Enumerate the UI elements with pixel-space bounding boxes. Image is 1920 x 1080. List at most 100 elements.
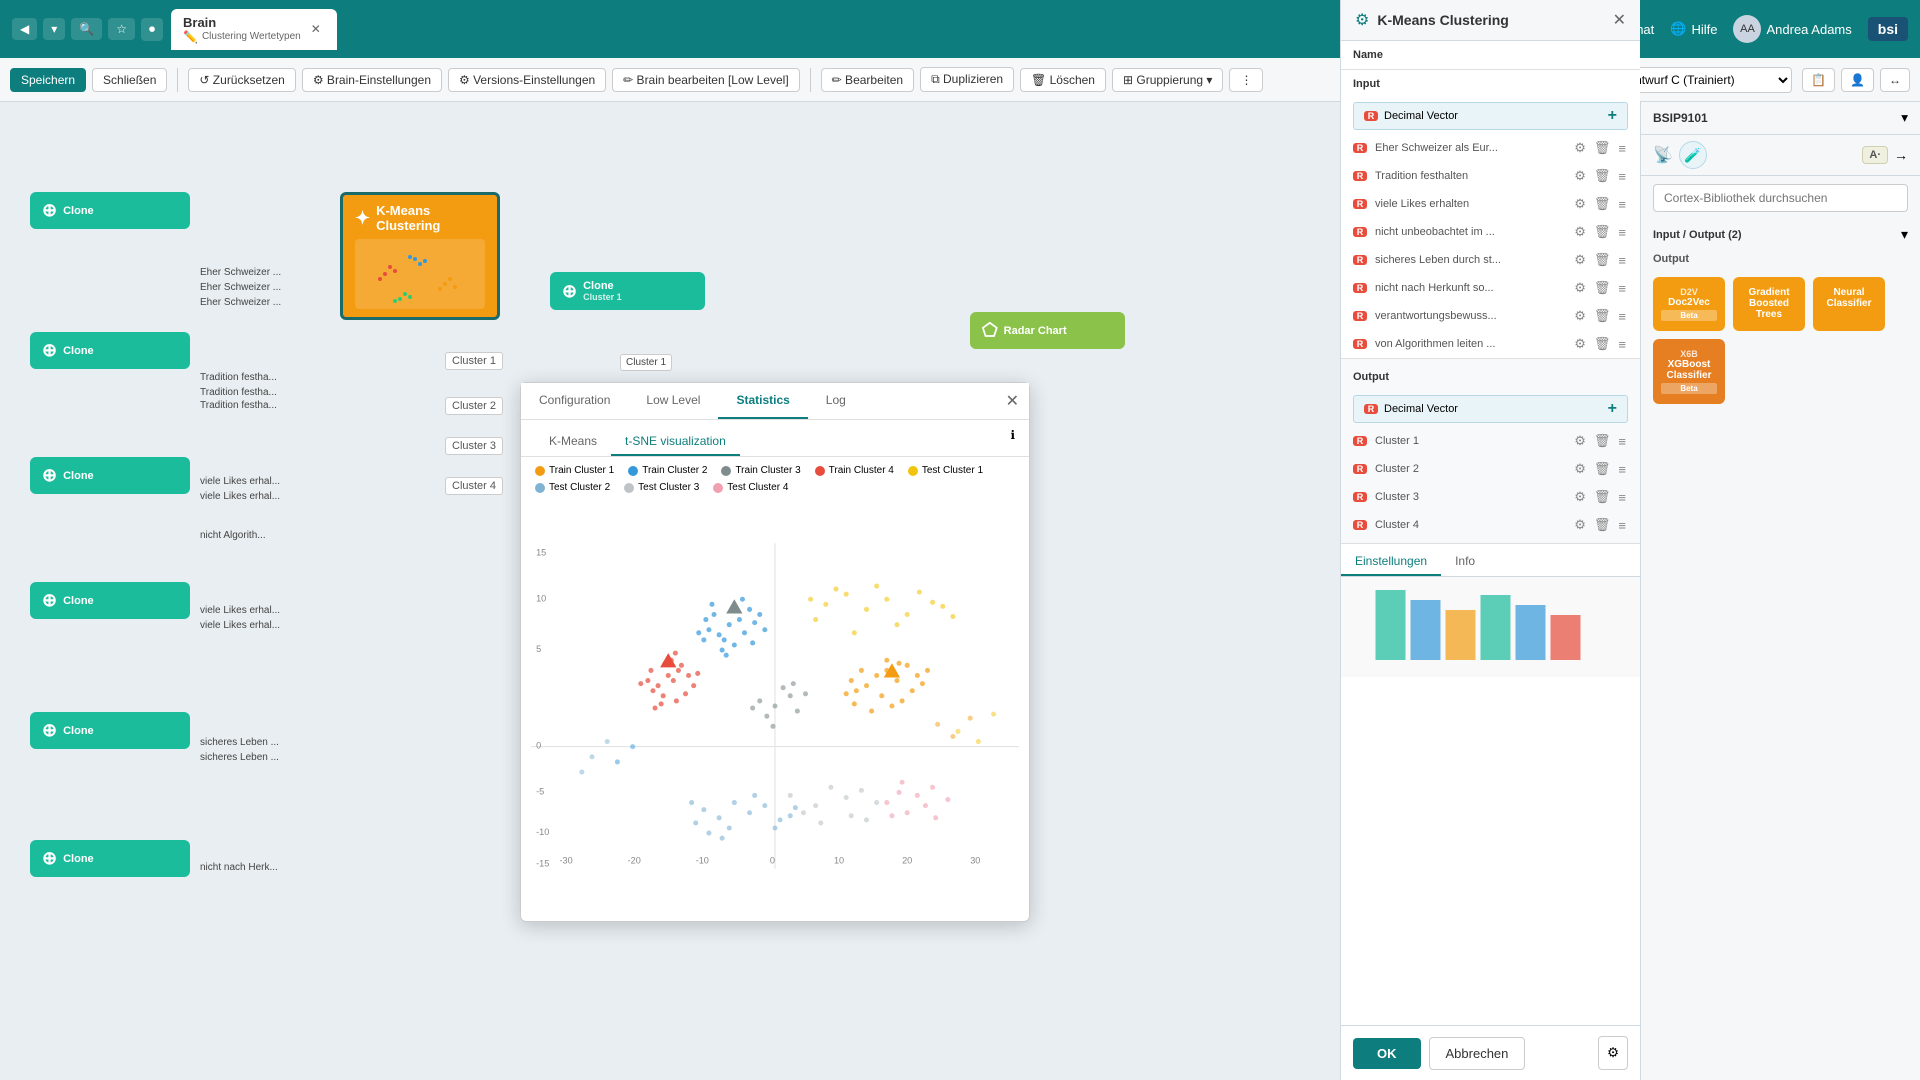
drag-btn-7[interactable]: ≡	[1616, 306, 1628, 326]
node-clone-mid[interactable]: ⊕ Clone Cluster 1	[550, 272, 705, 310]
out-settings-btn-4[interactable]: ⚙	[1572, 515, 1588, 535]
settings-btn-5[interactable]: ⚙	[1572, 250, 1588, 270]
kmeans-panel-close[interactable]: ✕	[1613, 10, 1626, 30]
tab-configuration[interactable]: Configuration	[521, 383, 628, 419]
tab-info[interactable]: Info	[1441, 548, 1489, 576]
r-badge-6: R	[1353, 283, 1367, 293]
modal-close-button[interactable]: ✕	[1006, 391, 1019, 411]
chart-area: 15 10 5 0 -5 -10 -15 -30 -20 -10 0 10 20…	[521, 501, 1029, 921]
out-drag-btn-2[interactable]: ≡	[1616, 459, 1628, 479]
lib-node-doc2vec[interactable]: D2V Doc2Vec Beta	[1653, 277, 1725, 331]
nav-dropdown-button[interactable]: ▾	[43, 18, 65, 40]
versions-einstellungen-button[interactable]: ⚙ Versions-Einstellungen	[448, 68, 606, 92]
out-settings-btn-2[interactable]: ⚙	[1572, 459, 1588, 479]
node-clone-4[interactable]: ⊕ Clone	[30, 582, 190, 619]
out-delete-btn-1[interactable]: 🗑	[1592, 431, 1613, 451]
out-drag-btn-1[interactable]: ≡	[1616, 431, 1628, 451]
ok-button[interactable]: OK	[1353, 1038, 1421, 1069]
panel-wifi-icon[interactable]: 📡	[1653, 145, 1673, 165]
lib-node-neural[interactable]: Neural Classifier	[1813, 277, 1885, 331]
hilfe-button[interactable]: 🌐 Hilfe	[1670, 21, 1717, 37]
drag-btn-2[interactable]: ≡	[1616, 166, 1628, 186]
legend-dot-7	[624, 483, 634, 493]
duplizieren-button[interactable]: ⧉ Duplizieren	[920, 67, 1014, 92]
node-clone-3[interactable]: ⊕ Clone	[30, 457, 190, 494]
settings-btn-8[interactable]: ⚙	[1572, 334, 1588, 354]
delete-btn-6[interactable]: 🗑	[1592, 278, 1613, 298]
preview-area	[1341, 577, 1640, 677]
legend-dot-6	[535, 483, 545, 493]
settings-btn-1[interactable]: ⚙	[1572, 138, 1588, 158]
drag-btn-3[interactable]: ≡	[1616, 194, 1628, 214]
delete-btn-7[interactable]: 🗑	[1592, 306, 1613, 326]
tab-einstellungen[interactable]: Einstellungen	[1341, 548, 1441, 576]
settings-btn-4[interactable]: ⚙	[1572, 222, 1588, 242]
settings-btn-3[interactable]: ⚙	[1572, 194, 1588, 214]
node-clone-1[interactable]: ⊕ Clone	[30, 192, 190, 229]
nav-back-button[interactable]: ◀	[12, 18, 37, 40]
tab-log[interactable]: Log	[808, 383, 864, 419]
input-output-expand[interactable]: ▾	[1901, 226, 1908, 243]
drag-btn-6[interactable]: ≡	[1616, 278, 1628, 298]
brain-einstellungen-button[interactable]: ⚙ Brain-Einstellungen	[302, 68, 442, 92]
out-delete-btn-3[interactable]: 🗑	[1592, 487, 1613, 507]
icon-btn-2[interactable]: 👤	[1841, 68, 1874, 92]
cortex-search-input[interactable]	[1653, 184, 1908, 212]
delete-btn-5[interactable]: 🗑	[1592, 250, 1613, 270]
out-drag-btn-4[interactable]: ≡	[1616, 515, 1628, 535]
node-clone-6[interactable]: ⊕ Clone	[30, 840, 190, 877]
speichern-button[interactable]: Speichern	[10, 68, 86, 92]
sub-tab-kmeans[interactable]: K-Means	[535, 428, 611, 456]
drag-btn-5[interactable]: ≡	[1616, 250, 1628, 270]
panel-flask-icon[interactable]: 🧪	[1679, 141, 1707, 169]
tab-close-button[interactable]: ✕	[307, 20, 325, 38]
bearbeiten-button[interactable]: ✏ Bearbeiten	[821, 68, 914, 92]
schliessen-button[interactable]: Schließen	[92, 68, 167, 92]
lib-node-gradient[interactable]: Gradient Boosted Trees	[1733, 277, 1805, 331]
node-clone-5[interactable]: ⊕ Clone	[30, 712, 190, 749]
node-radar[interactable]: ⬠ Radar Chart	[970, 312, 1125, 349]
input-row-1: R Eher Schweizer als Eur... ⚙ 🗑 ≡	[1341, 134, 1640, 162]
bookmark-button[interactable]: ☆	[108, 18, 135, 40]
out-delete-btn-4[interactable]: 🗑	[1592, 515, 1613, 535]
more-button[interactable]: ⋮	[1229, 68, 1263, 92]
drag-btn-1[interactable]: ≡	[1616, 138, 1628, 158]
node-kmeans[interactable]: ✦ K-Means Clustering	[340, 192, 500, 320]
settings-gear-button[interactable]: ⚙	[1598, 1036, 1628, 1070]
r-badge-1: R	[1353, 143, 1367, 153]
tab-statistics[interactable]: Statistics	[718, 383, 807, 419]
delete-btn-4[interactable]: 🗑	[1592, 222, 1613, 242]
add-output-button[interactable]: +	[1608, 400, 1617, 418]
delete-btn-3[interactable]: 🗑	[1592, 194, 1613, 214]
icon-btn-1[interactable]: 📋	[1802, 68, 1835, 92]
settings-btn-2[interactable]: ⚙	[1572, 166, 1588, 186]
delete-btn-1[interactable]: 🗑	[1592, 138, 1613, 158]
delete-btn-2[interactable]: 🗑	[1592, 166, 1613, 186]
search-button[interactable]: 🔍	[71, 18, 102, 40]
out-drag-btn-3[interactable]: ≡	[1616, 487, 1628, 507]
loeschen-button[interactable]: 🗑 Löschen	[1020, 68, 1106, 92]
delete-btn-8[interactable]: 🗑	[1592, 334, 1613, 354]
drag-btn-8[interactable]: ≡	[1616, 334, 1628, 354]
icon-btn-3[interactable]: ↔	[1880, 68, 1910, 92]
tab-low-level[interactable]: Low Level	[628, 383, 718, 419]
right-panel-expand[interactable]: ▾	[1901, 110, 1908, 126]
record-button[interactable]: ⏺	[141, 18, 163, 41]
lib-node-xgboost[interactable]: X6B XGBoost Classifier Beta	[1653, 339, 1725, 404]
sub-tab-tsne[interactable]: t-SNE visualization	[611, 428, 740, 456]
node-clone-2[interactable]: ⊕ Clone	[30, 332, 190, 369]
out-settings-btn-3[interactable]: ⚙	[1572, 487, 1588, 507]
panel-arrow-right[interactable]: →	[1894, 147, 1908, 163]
cancel-button[interactable]: Abbrechen	[1429, 1037, 1526, 1070]
settings-btn-6[interactable]: ⚙	[1572, 278, 1588, 298]
user-profile[interactable]: AA Andrea Adams	[1733, 15, 1851, 43]
out-delete-btn-2[interactable]: 🗑	[1592, 459, 1613, 479]
add-input-button[interactable]: +	[1608, 107, 1617, 125]
gruppierung-button[interactable]: ⊞ Gruppierung ▾	[1112, 68, 1223, 92]
brain-bearbeiten-button[interactable]: ✏ Brain bearbeiten [Low Level]	[612, 68, 800, 92]
out-settings-btn-1[interactable]: ⚙	[1572, 431, 1588, 451]
settings-btn-7[interactable]: ⚙	[1572, 306, 1588, 326]
zuruecksetzen-button[interactable]: ↺ Zurücksetzen	[188, 68, 295, 92]
edit-icon: ✏️	[183, 30, 198, 44]
drag-btn-4[interactable]: ≡	[1616, 222, 1628, 242]
